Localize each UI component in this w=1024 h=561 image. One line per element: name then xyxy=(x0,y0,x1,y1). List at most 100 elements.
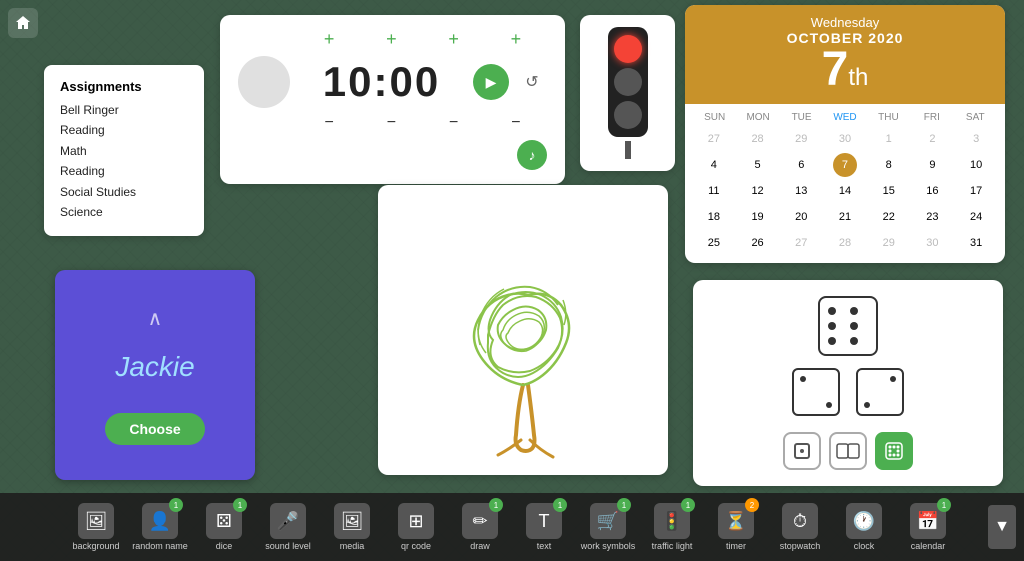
calendar-day[interactable]: 5 xyxy=(746,153,770,177)
calendar-day[interactable]: 9 xyxy=(920,153,944,177)
calendar-day[interactable]: 13 xyxy=(789,179,813,203)
assignment-item[interactable]: Math xyxy=(60,141,188,161)
timer-reset-button[interactable]: ↺ xyxy=(517,67,547,97)
sound-level-icon: 🎤 xyxy=(270,503,306,539)
calendar-day[interactable]: 16 xyxy=(920,179,944,203)
calendar-day[interactable]: 4 xyxy=(702,153,726,177)
timer-minus-4[interactable]: − xyxy=(511,114,520,132)
toolbar-item-background[interactable]: 🖼background xyxy=(67,503,125,551)
toolbar-item-text[interactable]: T1text xyxy=(515,503,573,551)
assignments-title: Assignments xyxy=(60,79,188,94)
calendar-day[interactable]: 23 xyxy=(920,205,944,229)
traffic-light-yellow[interactable] xyxy=(614,68,642,96)
calendar-day[interactable]: 2 xyxy=(920,127,944,151)
calendar-icon: 📅1 xyxy=(910,503,946,539)
calendar-day[interactable]: 31 xyxy=(964,231,988,255)
timer-minus-row: − − − − xyxy=(238,114,547,132)
work-symbols-label: work symbols xyxy=(581,541,636,551)
calendar-header: Wednesday OCTOBER 2020 7th xyxy=(685,5,1005,104)
calendar-day[interactable]: 30 xyxy=(920,231,944,255)
toolbar-scroll-arrow[interactable]: ▼ xyxy=(988,505,1016,549)
calendar-day[interactable]: 24 xyxy=(964,205,988,229)
calendar-day[interactable]: 29 xyxy=(789,127,813,151)
traffic-light-red[interactable] xyxy=(614,35,642,63)
dice-icon: ⚄1 xyxy=(206,503,242,539)
assignment-item[interactable]: Science xyxy=(60,202,188,222)
clock-label: clock xyxy=(854,541,875,551)
calendar-day[interactable]: 1 xyxy=(877,127,901,151)
timer-badge: 2 xyxy=(745,498,759,512)
toolbar-item-dice[interactable]: ⚄1dice xyxy=(195,503,253,551)
calendar-day[interactable]: 10 xyxy=(964,153,988,177)
calendar-day[interactable]: 18 xyxy=(702,205,726,229)
calendar-day[interactable]: 30 xyxy=(833,127,857,151)
timer-plus-1[interactable]: + xyxy=(324,29,335,50)
calendar-day[interactable]: 20 xyxy=(789,205,813,229)
calendar-day[interactable]: 15 xyxy=(877,179,901,203)
dice-ctrl-single[interactable] xyxy=(783,432,821,470)
timer-plus-3[interactable]: + xyxy=(448,29,459,50)
calendar-day[interactable]: 26 xyxy=(746,231,770,255)
toolbar-item-random-name[interactable]: 👤1random name xyxy=(131,503,189,551)
sound-level-label: sound level xyxy=(265,541,311,551)
timer-play-button[interactable]: ▶ xyxy=(473,64,509,100)
calendar-day[interactable]: 25 xyxy=(702,231,726,255)
traffic-light-green[interactable] xyxy=(614,101,642,129)
toolbar-item-qr-code[interactable]: ⊞qr code xyxy=(387,503,445,551)
calendar-day[interactable]: 22 xyxy=(877,205,901,229)
toolbar-item-traffic-light[interactable]: 🚦1traffic light xyxy=(643,503,701,551)
timer-plus-4[interactable]: + xyxy=(511,29,522,50)
toolbar-item-sound-level[interactable]: 🎤 sound level xyxy=(259,503,317,551)
dice-controls xyxy=(709,432,987,470)
dice-top-row xyxy=(709,296,987,356)
text-badge: 1 xyxy=(553,498,567,512)
assignment-item[interactable]: Bell Ringer xyxy=(60,100,188,120)
dice-badge: 1 xyxy=(233,498,247,512)
media-icon: 🖼 xyxy=(334,503,370,539)
calendar-day[interactable]: 28 xyxy=(833,231,857,255)
timer-label: timer xyxy=(726,541,746,551)
drawing-canvas[interactable] xyxy=(378,185,668,475)
calendar-day[interactable]: 7 xyxy=(833,153,857,177)
choose-student-button[interactable]: Choose xyxy=(105,413,204,445)
calendar-day[interactable]: 27 xyxy=(789,231,813,255)
calendar-day[interactable]: 29 xyxy=(877,231,901,255)
dice-bottom-row xyxy=(709,368,987,416)
toolbar-item-calendar[interactable]: 📅1calendar xyxy=(899,503,957,551)
calendar-day[interactable]: 12 xyxy=(746,179,770,203)
timer-plus-2[interactable]: + xyxy=(386,29,397,50)
dice-ctrl-double[interactable] xyxy=(829,432,867,470)
timer-minus-3[interactable]: − xyxy=(449,114,458,132)
toolbar-item-stopwatch[interactable]: ⏱ stopwatch xyxy=(771,503,829,551)
calendar-day[interactable]: 11 xyxy=(702,179,726,203)
calendar-day[interactable]: 27 xyxy=(702,127,726,151)
toolbar-item-draw[interactable]: ✏1draw xyxy=(451,503,509,551)
assignment-item[interactable]: Reading xyxy=(60,161,188,181)
qr-code-icon: ⊞ xyxy=(398,503,434,539)
calendar-day[interactable]: 19 xyxy=(746,205,770,229)
toolbar-item-timer[interactable]: ⏳2timer xyxy=(707,503,765,551)
calendar-day[interactable]: 8 xyxy=(877,153,901,177)
dice-ctrl-roll[interactable] xyxy=(875,432,913,470)
calendar-day[interactable]: 6 xyxy=(789,153,813,177)
calendar-day[interactable]: 21 xyxy=(833,205,857,229)
home-button[interactable] xyxy=(8,8,38,38)
toolbar-item-clock[interactable]: 🕐clock xyxy=(835,503,893,551)
timer-music-button[interactable]: ♪ xyxy=(517,140,547,170)
stopwatch-label: stopwatch xyxy=(780,541,821,551)
drawing-widget[interactable] xyxy=(378,185,668,475)
timer-minus-1[interactable]: − xyxy=(324,114,333,132)
work-symbols-badge: 1 xyxy=(617,498,631,512)
calendar-day[interactable]: 3 xyxy=(964,127,988,151)
assignment-item[interactable]: Reading xyxy=(60,120,188,140)
calendar-days: 2728293012345678910111213141516171819202… xyxy=(693,127,997,255)
toolbar-item-media[interactable]: 🖼media xyxy=(323,503,381,551)
stopwatch-icon: ⏱ xyxy=(782,503,818,539)
calendar-day[interactable]: 28 xyxy=(746,127,770,151)
timer-minus-2[interactable]: − xyxy=(387,114,396,132)
toolbar-item-work-symbols[interactable]: 🛒1work symbols xyxy=(579,503,637,551)
calendar-day[interactable]: 17 xyxy=(964,179,988,203)
toolbar: 🖼background👤1random name⚄1dice 🎤 sound lev… xyxy=(0,493,1024,561)
assignment-item[interactable]: Social Studies xyxy=(60,182,188,202)
calendar-day[interactable]: 14 xyxy=(833,179,857,203)
